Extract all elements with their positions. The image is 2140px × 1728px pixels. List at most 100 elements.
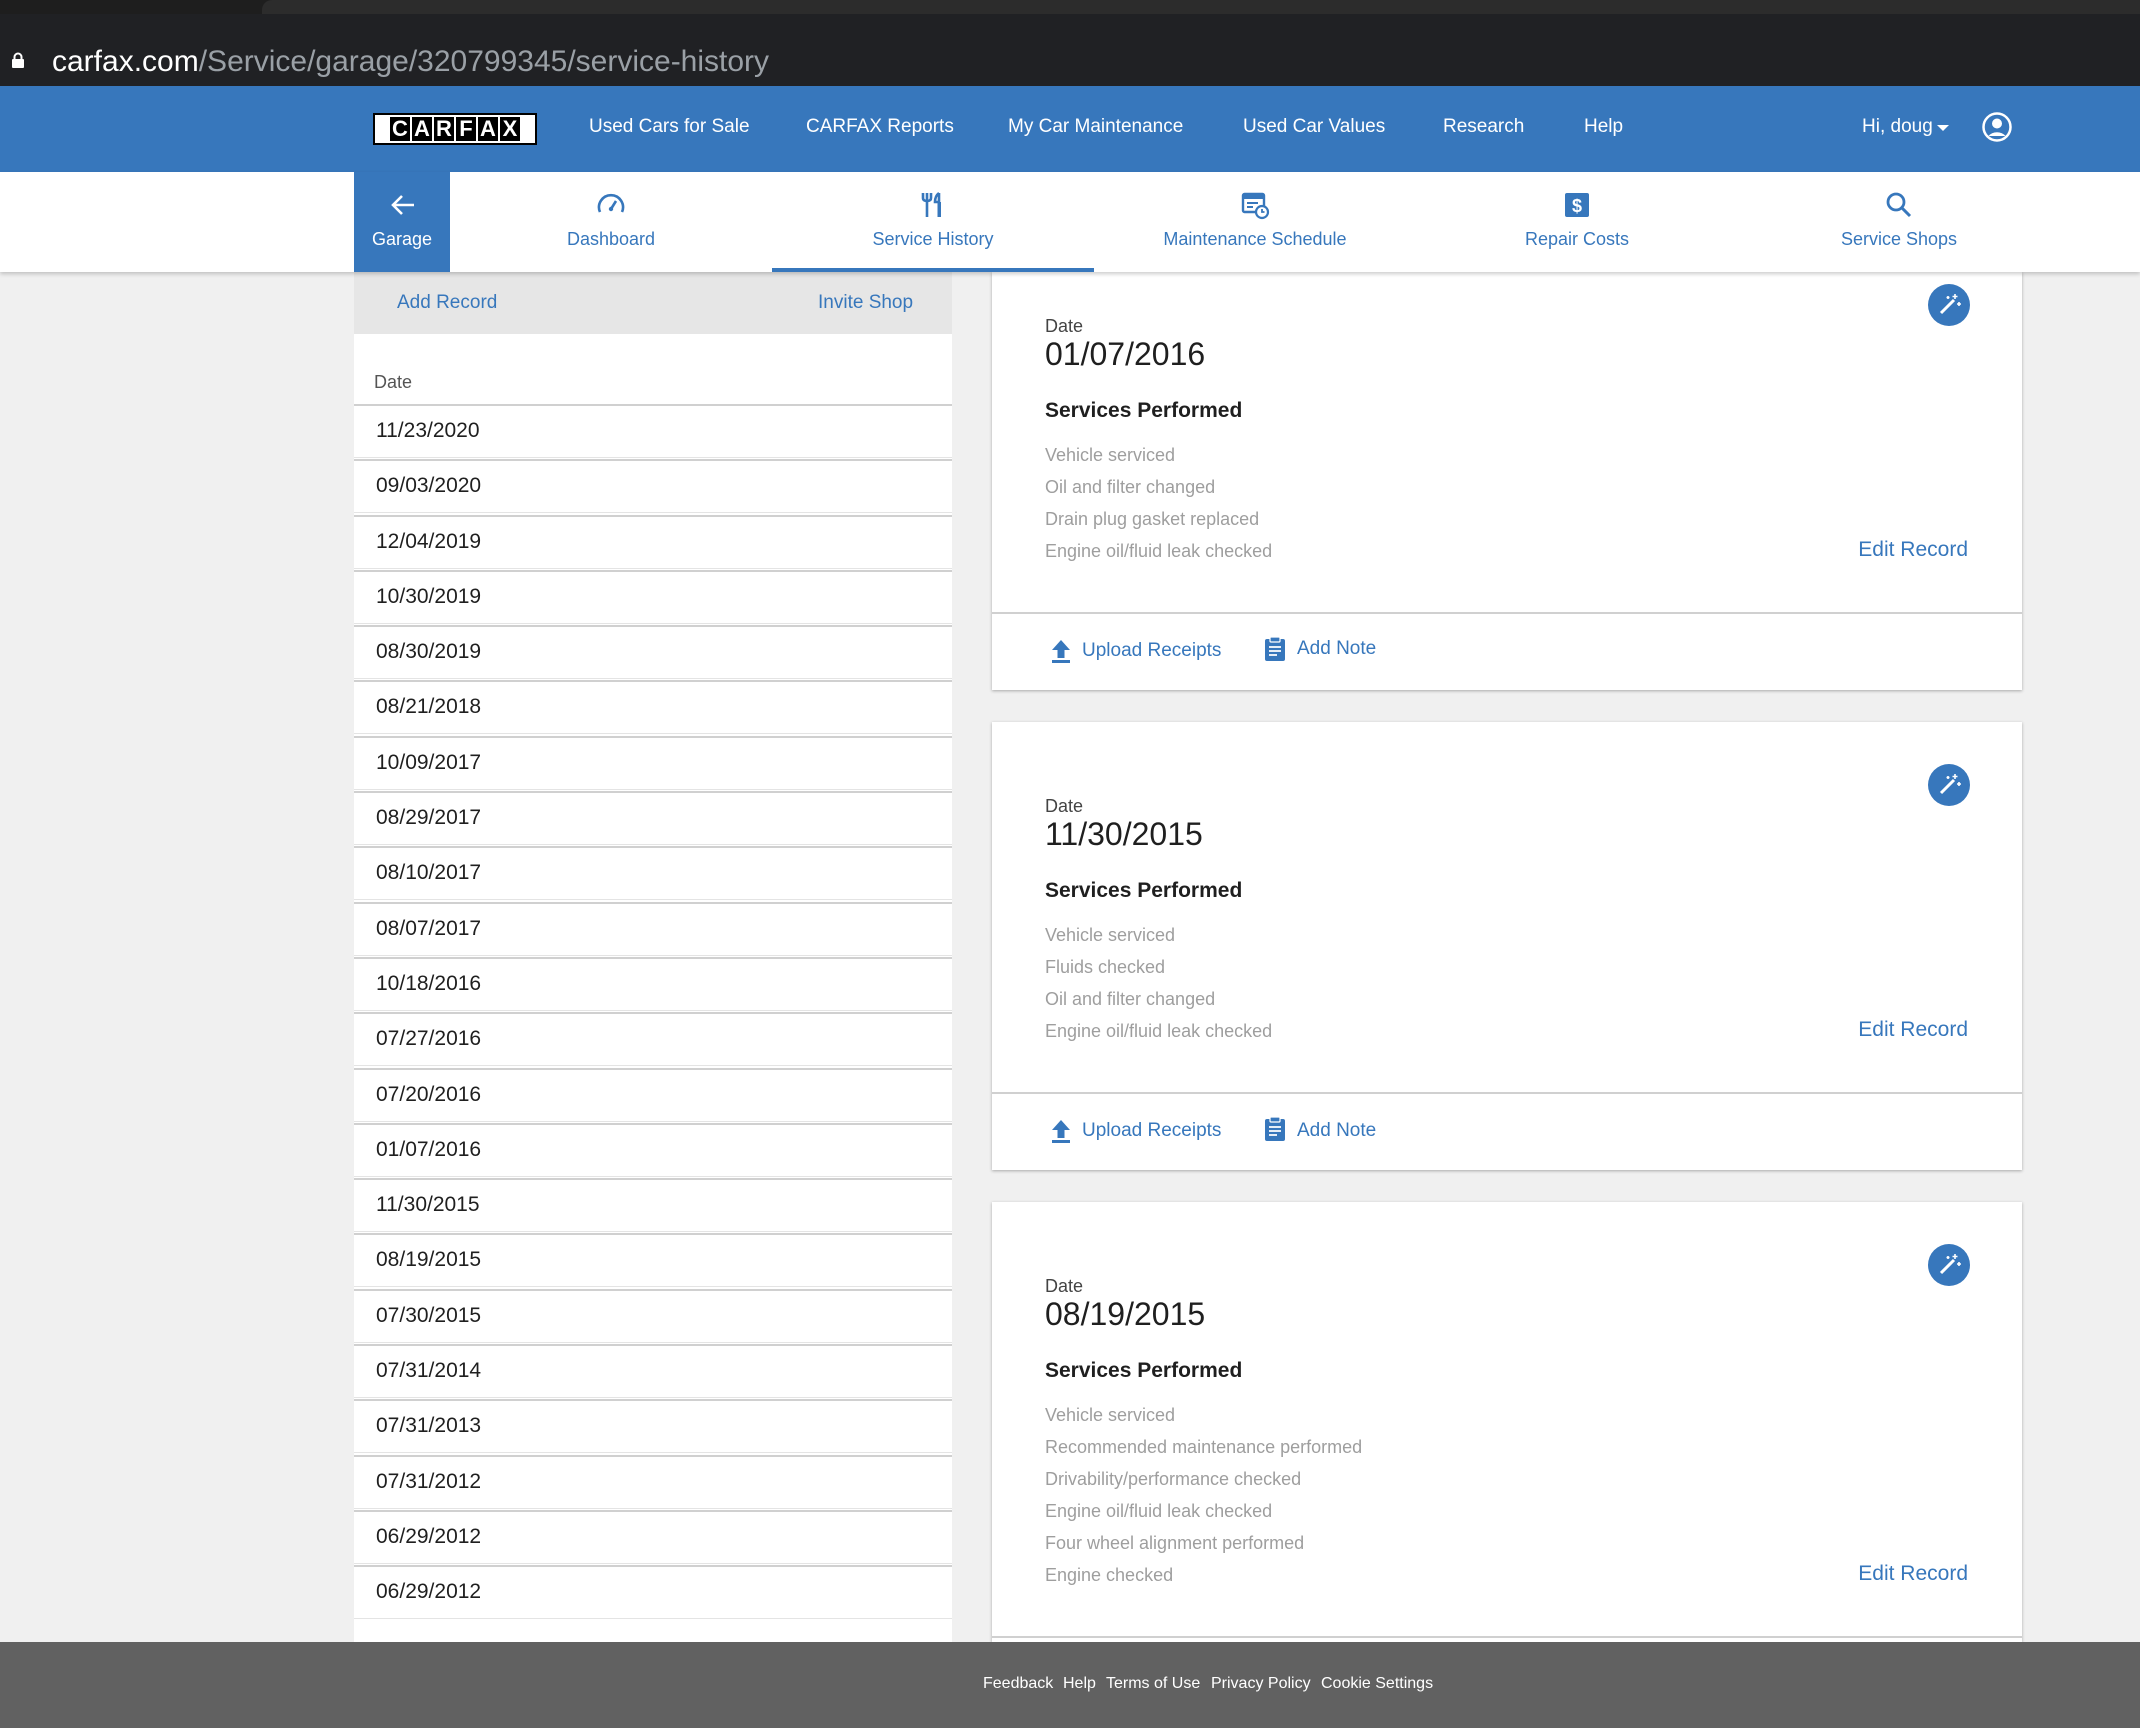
date-list-item[interactable]: 06/29/2012 [354, 1509, 952, 1564]
add-record-button[interactable]: Add Record [397, 288, 497, 318]
magic-wand-icon [1939, 774, 1961, 795]
date-list-item[interactable]: 07/20/2016 [354, 1067, 952, 1122]
svg-text:$: $ [1572, 196, 1582, 216]
record-date: 08/19/2015 [1045, 1296, 1206, 1332]
service-record-card: Date 01/07/2016 Services Performed Vehic… [992, 272, 2022, 690]
date-list-item[interactable]: 01/07/2016 [354, 1122, 952, 1177]
date-list-item[interactable]: 11/23/2020 [354, 404, 952, 458]
date-list-item[interactable]: 07/30/2015 [354, 1288, 952, 1343]
tab-service-history-label: Service History [872, 229, 994, 249]
service-item: Oil and filter changed [1045, 477, 1216, 497]
add-note-button[interactable]: Add Note [1297, 1116, 1376, 1146]
date-list-item[interactable]: 07/31/2013 [354, 1399, 952, 1454]
url-text[interactable]: carfax.com/Service/garage/320799345/serv… [52, 42, 769, 82]
date-list-item[interactable]: 08/10/2017 [354, 846, 952, 901]
footer-cookie-settings-link[interactable]: Cookie Settings [1321, 1672, 1433, 1696]
services-performed-header: Services Performed [1045, 1359, 1243, 1382]
date-list-item[interactable]: 09/03/2020 [354, 459, 952, 514]
magic-wand-button[interactable] [1928, 1244, 1970, 1286]
magic-wand-button[interactable] [1928, 764, 1970, 806]
date-list-item[interactable]: 10/18/2016 [354, 956, 952, 1011]
tab-maintenance-schedule-label: Maintenance Schedule [1163, 229, 1347, 249]
tab-service-shops[interactable]: Service Shops [1738, 172, 2060, 272]
account-icon[interactable] [1982, 112, 2012, 142]
nav-research[interactable]: Research [1443, 112, 1524, 142]
clipboard-icon [1265, 636, 1285, 661]
nav-used-car-values[interactable]: Used Car Values [1243, 112, 1385, 142]
service-item: Vehicle serviced [1045, 925, 1176, 945]
service-item: Engine oil/fluid leak checked [1045, 1501, 1273, 1521]
nav-used-cars[interactable]: Used Cars for Sale [589, 112, 750, 142]
service-item: Fluids checked [1045, 957, 1166, 977]
garage-back-button[interactable]: Garage [354, 172, 450, 272]
tab-repair-costs[interactable]: $ Repair Costs [1416, 172, 1738, 272]
service-record-card: Date 11/30/2015 Services Performed Vehic… [992, 722, 2022, 1170]
services-performed-header: Services Performed [1045, 879, 1243, 902]
edit-record-button[interactable]: Edit Record [1858, 1559, 1968, 1589]
invite-shop-button[interactable]: Invite Shop [818, 288, 913, 318]
date-list-item[interactable]: 12/04/2019 [354, 514, 952, 569]
clipboard-icon [1265, 1116, 1285, 1141]
date-list-item[interactable]: 08/21/2018 [354, 680, 952, 735]
footer: Feedback Help Terms of Use Privacy Polic… [0, 1642, 2140, 1728]
footer-privacy-link[interactable]: Privacy Policy [1211, 1672, 1311, 1696]
speedometer-icon [597, 193, 625, 213]
service-item: Oil and filter changed [1045, 989, 1216, 1009]
upload-icon [1052, 1120, 1070, 1143]
nav-my-car-maintenance[interactable]: My Car Maintenance [1008, 112, 1183, 142]
url-path: /Service/garage/320799345/service-histor… [198, 45, 770, 78]
address-bar[interactable]: carfax.com/Service/garage/320799345/serv… [0, 14, 2140, 86]
date-list-item[interactable]: 08/29/2017 [354, 791, 952, 846]
logo-letter: C [390, 117, 410, 141]
tab-service-history[interactable]: Service History [772, 172, 1094, 272]
tab-maintenance-schedule[interactable]: Maintenance Schedule [1094, 172, 1416, 272]
service-item: Recommended maintenance performed [1045, 1437, 1363, 1457]
footer-feedback-link[interactable]: Feedback [983, 1672, 1053, 1696]
tab-dashboard[interactable]: Dashboard [450, 172, 772, 272]
service-date-list-panel: Add Record Invite Shop Date 11/23/2020 09… [354, 272, 952, 1642]
nav-help[interactable]: Help [1584, 112, 1623, 142]
date-list-item[interactable]: 11/30/2015 [354, 1178, 952, 1233]
date-list-item[interactable]: 08/19/2015 [354, 1233, 952, 1288]
tab-service-shops-label: Service Shops [1840, 229, 1958, 249]
logo-letter: F [456, 117, 476, 141]
browser-tab[interactable] [262, 0, 2140, 14]
service-item: Engine oil/fluid leak checked [1045, 541, 1273, 561]
date-list-item[interactable]: 07/27/2016 [354, 1012, 952, 1067]
card-divider [992, 612, 2022, 614]
chevron-down-icon[interactable] [1937, 125, 1949, 131]
tab-repair-costs-label: Repair Costs [1524, 229, 1630, 249]
garage-label: Garage [371, 229, 433, 249]
date-list-item[interactable]: 08/07/2017 [354, 901, 952, 956]
date-list-item[interactable]: 08/30/2019 [354, 625, 952, 680]
footer-terms-link[interactable]: Terms of Use [1106, 1672, 1200, 1696]
date-list-item[interactable]: 07/31/2014 [354, 1344, 952, 1399]
date-list-item[interactable]: 10/09/2017 [354, 735, 952, 790]
service-item: Engine oil/fluid leak checked [1045, 1021, 1273, 1041]
logo-letter: A [412, 117, 432, 141]
services-performed-header: Services Performed [1045, 399, 1243, 422]
footer-help-link[interactable]: Help [1063, 1672, 1096, 1696]
record-date: 11/30/2015 [1045, 816, 1203, 852]
date-list-item[interactable]: 07/31/2012 [354, 1454, 952, 1509]
service-item: Drain plug gasket replaced [1045, 509, 1260, 529]
date-list-item[interactable]: 06/29/2012 [354, 1565, 952, 1620]
edit-record-button[interactable]: Edit Record [1858, 1015, 1968, 1045]
service-item: Drivability/performance checked [1045, 1469, 1302, 1489]
user-menu[interactable]: Hi, doug [1862, 112, 1933, 142]
magic-wand-button[interactable] [1928, 284, 1970, 326]
carfax-logo[interactable]: CARFAX [373, 113, 537, 145]
record-date: 01/07/2016 [1045, 336, 1206, 372]
card-divider [992, 1092, 2022, 1094]
nav-carfax-reports[interactable]: CARFAX Reports [806, 112, 954, 142]
arrow-left-icon [391, 195, 414, 215]
edit-record-button[interactable]: Edit Record [1858, 535, 1968, 565]
logo-letter: A [478, 117, 498, 141]
magic-wand-icon [1939, 1254, 1961, 1275]
search-icon [1886, 192, 1912, 218]
upload-receipts-button[interactable]: Upload Receipts [1082, 636, 1221, 666]
upload-receipts-button[interactable]: Upload Receipts [1082, 1116, 1221, 1146]
date-list-item[interactable]: 10/30/2019 [354, 569, 952, 624]
add-note-button[interactable]: Add Note [1297, 634, 1376, 664]
logo-letter: X [500, 117, 520, 141]
